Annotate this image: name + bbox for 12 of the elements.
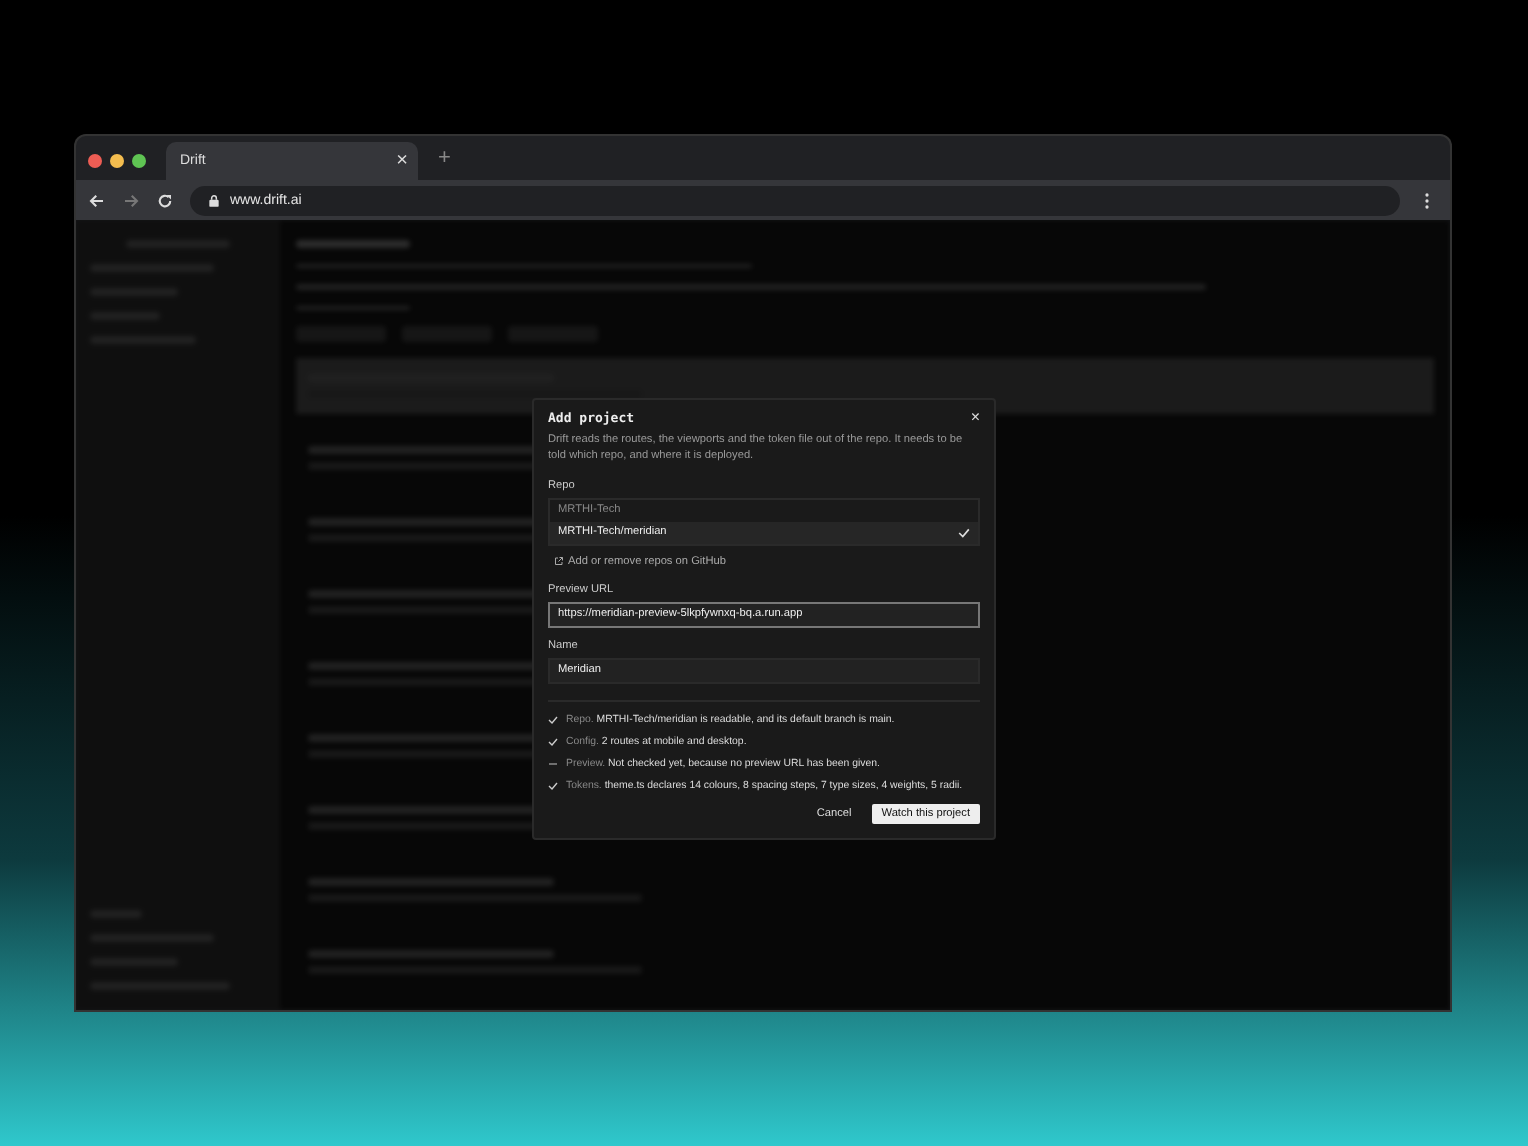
reload-icon[interactable] [156,191,174,209]
close-window-icon[interactable] [88,153,102,167]
new-tab-icon[interactable]: + [438,147,451,169]
lock-icon [208,193,220,207]
menu-icon[interactable] [1424,191,1430,209]
forward-icon[interactable] [122,191,140,209]
check-icon [958,527,970,538]
external-link-icon [554,556,564,567]
maximize-window-icon[interactable] [132,153,146,167]
close-tab-icon[interactable]: × [396,151,408,171]
back-icon[interactable] [88,191,106,209]
minimize-window-icon[interactable] [110,153,124,167]
